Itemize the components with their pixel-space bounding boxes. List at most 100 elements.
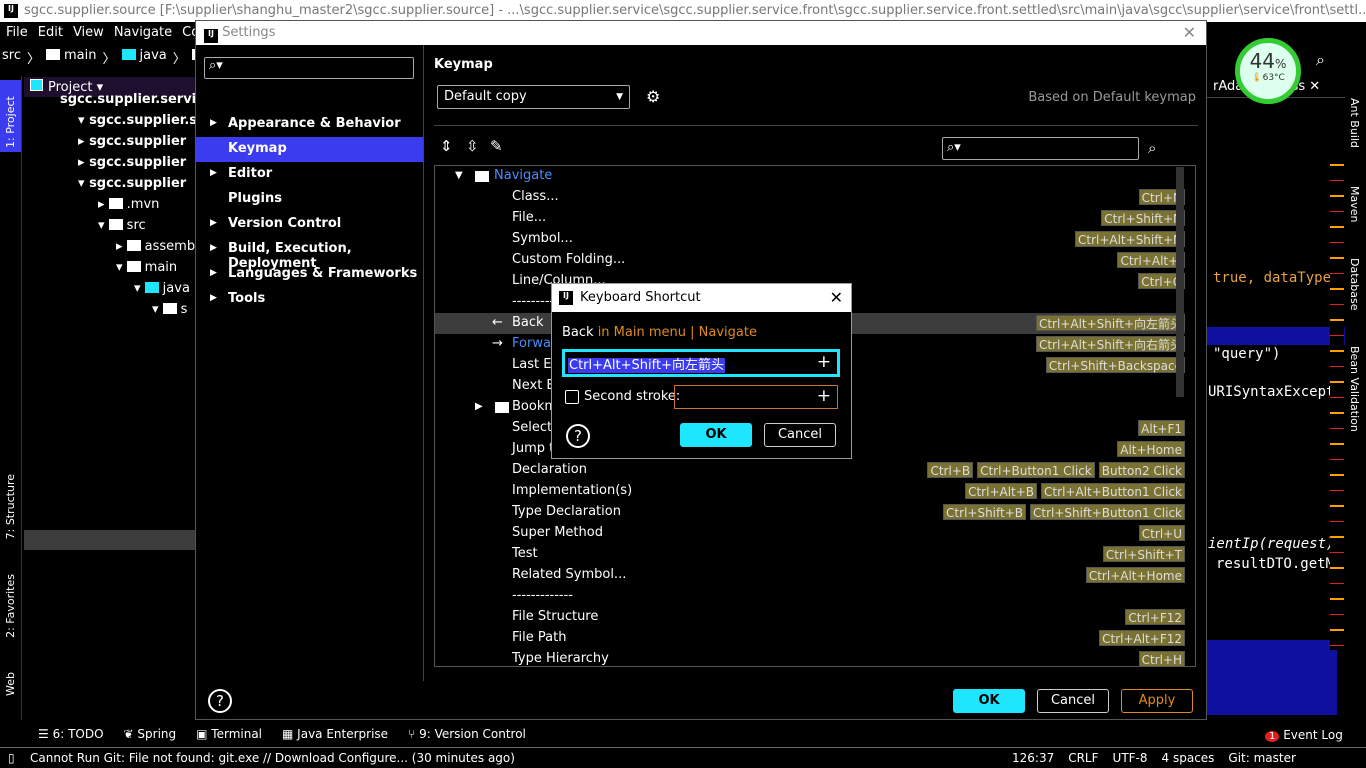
find-by-shortcut-icon[interactable]: ⌕ xyxy=(1148,139,1156,157)
error-stripe[interactable] xyxy=(1330,150,1344,650)
action-label: Class... xyxy=(512,189,559,204)
keymap-row[interactable]: Type Hierarchy Ctrl+H xyxy=(435,649,1185,666)
keymap-row[interactable]: Symbol... Ctrl+Alt+Shift+N xyxy=(435,229,1185,250)
git-branch[interactable]: Git: master xyxy=(1228,751,1296,765)
keymap-row[interactable]: Related Symbol... Ctrl+Alt+Home xyxy=(435,565,1185,586)
menu-edit[interactable]: Edit xyxy=(38,25,63,41)
menu-navigate[interactable]: Navigate xyxy=(114,25,172,41)
tool-structure[interactable]: 7: Structure xyxy=(4,474,17,539)
apply-button[interactable]: Apply xyxy=(1121,689,1193,713)
settings-search-input[interactable]: ⌕▾ xyxy=(204,57,414,79)
keymap-select[interactable]: Default copy ▼ xyxy=(437,85,630,109)
selected-tree-row[interactable] xyxy=(24,530,196,550)
tool-terminal[interactable]: ▣ Terminal xyxy=(196,727,262,745)
action-label: Test xyxy=(512,546,538,561)
settings-nav-item[interactable]: ▶ Build, Execution, Deployment xyxy=(196,237,423,271)
expand-arrow-icon[interactable]: ▶ xyxy=(475,401,483,412)
settings-nav-item[interactable]: ▶ Tools xyxy=(196,287,423,312)
expand-arrow-icon[interactable]: ▼ xyxy=(455,170,463,181)
crumb-src[interactable]: src xyxy=(2,48,21,67)
settings-nav-item[interactable]: Keymap xyxy=(196,137,423,162)
tool-spring[interactable]: ❦ Spring xyxy=(124,727,177,745)
close-icon[interactable]: ✕ xyxy=(1183,23,1196,42)
settings-nav-item[interactable]: ▶ Languages & Frameworks xyxy=(196,262,423,287)
keymap-row[interactable]: Test Ctrl+Shift+T xyxy=(435,544,1185,565)
close-icon[interactable]: ✕ xyxy=(830,288,843,307)
shortcut-badge: Ctrl+Alt+. xyxy=(1117,252,1185,268)
tree-item[interactable]: ▸ sgcc.supplier xyxy=(78,134,186,149)
tool-database[interactable]: Database xyxy=(1348,258,1361,311)
second-stroke-label: Second stroke: xyxy=(584,389,681,404)
status-message[interactable]: Cannot Run Git: File not found: git.exe … xyxy=(30,751,515,765)
tool-version-control[interactable]: ⑂ 9: Version Control xyxy=(408,727,526,745)
first-stroke-input[interactable]: Ctrl+Alt+Shift+向左箭头 + xyxy=(562,349,840,377)
tree-item[interactable]: ▾ main xyxy=(116,260,177,275)
tool-todo[interactable]: ☰ 6: TODO xyxy=(38,727,104,745)
help-icon[interactable]: ? xyxy=(566,424,590,448)
plus-icon[interactable]: + xyxy=(817,352,831,372)
settings-nav-item[interactable]: Plugins xyxy=(196,187,423,212)
cancel-button[interactable]: Cancel xyxy=(1037,689,1109,713)
window-title-bar: sgcc.supplier.source [F:\supplier\shangh… xyxy=(0,0,1366,22)
shortcut-badge: Ctrl+Alt+B xyxy=(965,483,1038,499)
indent[interactable]: 4 spaces xyxy=(1162,751,1215,765)
tool-favorites[interactable]: 2: Favorites xyxy=(4,574,17,638)
tree-item[interactable]: ▾ java xyxy=(134,281,190,296)
keymap-search-input[interactable]: ⌕▾ xyxy=(942,137,1139,160)
folder-icon xyxy=(475,171,489,182)
tree-item[interactable]: ▾ sgcc.supplier.ser xyxy=(78,113,212,128)
keymap-row[interactable]: Type Declaration Ctrl+Shift+B Ctrl+Shift+B… xyxy=(435,502,1185,523)
crumb-java[interactable]: java xyxy=(121,48,167,67)
edit-icon[interactable]: ✎ xyxy=(490,137,503,155)
caret-position[interactable]: 126:37 xyxy=(1012,751,1054,765)
second-stroke-checkbox[interactable] xyxy=(565,390,579,404)
event-log-button[interactable]: 1 Event Log xyxy=(1265,728,1343,742)
keymap-row[interactable]: File... Ctrl+Shift+N xyxy=(435,208,1185,229)
expand-arrow-icon: ▶ xyxy=(210,168,217,178)
ok-button[interactable]: OK xyxy=(680,423,752,447)
keymap-row[interactable]: Custom Folding... Ctrl+Alt+. xyxy=(435,250,1185,271)
action-label: Navigate xyxy=(494,168,553,183)
second-stroke-input[interactable]: + xyxy=(674,385,838,409)
tool-project[interactable]: 1: Project xyxy=(0,80,21,152)
tree-item[interactable]: sgcc.supplier.servic xyxy=(60,92,204,107)
crumb-label: java xyxy=(139,48,167,63)
menu-file[interactable]: File xyxy=(6,25,28,41)
tool-bean-validation[interactable]: Bean Validation xyxy=(1348,346,1361,432)
keymap-row[interactable]: Implementation(s) Ctrl+Alt+B Ctrl+Alt+Butt… xyxy=(435,481,1185,502)
plus-icon[interactable]: + xyxy=(817,386,831,406)
keymap-row[interactable]: Super Method Ctrl+U xyxy=(435,523,1185,544)
collapse-all-icon[interactable]: ⇳ xyxy=(466,137,479,155)
tool-java-enterprise[interactable]: ▦ Java Enterprise xyxy=(282,727,388,745)
tool-ant-build[interactable]: Ant Build xyxy=(1348,98,1361,148)
settings-nav-item[interactable]: ▶ Version Control xyxy=(196,212,423,237)
keymap-row[interactable]: File Path Ctrl+Alt+F12 xyxy=(435,628,1185,649)
expand-all-icon[interactable]: ⇕ xyxy=(440,137,453,155)
cancel-button[interactable]: Cancel xyxy=(764,423,836,447)
tool-web[interactable]: Web xyxy=(4,672,17,696)
keymap-row[interactable]: Declaration Ctrl+B Ctrl+Button1 Click Butto… xyxy=(435,460,1185,481)
tree-item[interactable]: ▸ sgcc.supplier xyxy=(78,155,186,170)
gear-icon[interactable]: ⚙ xyxy=(646,87,660,106)
ok-button[interactable]: OK xyxy=(953,689,1025,713)
settings-nav-item[interactable]: ▶ Appearance & Behavior xyxy=(196,112,423,137)
help-icon[interactable]: ? xyxy=(208,689,232,713)
tree-item[interactable]: ▸ assemb xyxy=(116,239,195,254)
nav-label: Appearance & Behavior xyxy=(228,116,401,131)
tree-item[interactable]: ▾ src xyxy=(98,218,146,233)
keymap-row[interactable]: File Structure Ctrl+F12 xyxy=(435,607,1185,628)
crumb-main[interactable]: main xyxy=(46,48,96,67)
search-icon[interactable]: ⌕ xyxy=(1316,50,1325,70)
scrollbar[interactable] xyxy=(1176,167,1184,397)
tool-maven[interactable]: Maven xyxy=(1348,186,1361,222)
tree-item[interactable]: ▾ s xyxy=(152,302,187,317)
line-separator[interactable]: CRLF xyxy=(1068,751,1098,765)
keymap-row[interactable]: ▼ Navigate xyxy=(435,166,1185,187)
tree-item[interactable]: ▾ sgcc.supplier xyxy=(78,176,186,191)
keymap-row[interactable]: Class... Ctrl+N xyxy=(435,187,1185,208)
menu-view[interactable]: View xyxy=(73,25,104,41)
encoding[interactable]: UTF-8 xyxy=(1113,751,1148,765)
settings-nav-item[interactable]: ▶ Editor xyxy=(196,162,423,187)
tree-item[interactable]: ▸ .mvn xyxy=(98,197,159,212)
keymap-row[interactable]: ------------- xyxy=(435,586,1185,607)
